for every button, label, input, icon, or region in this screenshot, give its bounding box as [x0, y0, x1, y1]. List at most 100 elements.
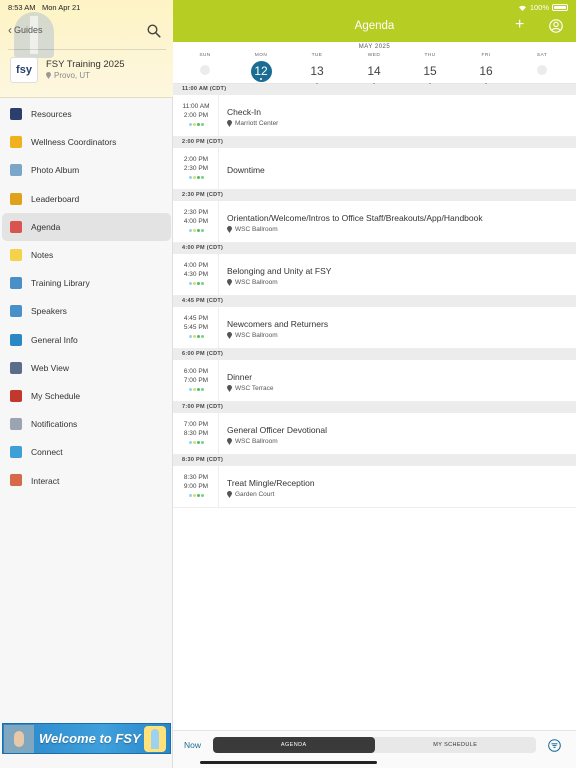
track-dot — [196, 388, 200, 391]
home-indicator — [200, 761, 377, 764]
sidebar-item-general-info[interactable]: General Info — [0, 326, 173, 354]
welcome-banner[interactable]: Welcome to FSY — [2, 723, 171, 754]
session-times: 4:45 PM 5:45 PM — [173, 314, 219, 332]
session-times: 7:00 PM 8:30 PM — [173, 420, 219, 438]
nav-bar: Agenda + — [173, 0, 576, 42]
sidebar-item-notifications[interactable]: Notifications — [0, 410, 173, 438]
speakers-icon — [10, 305, 22, 318]
track-dot — [200, 494, 204, 497]
session-divider — [218, 201, 219, 242]
session-title: Dinner — [227, 372, 253, 382]
session-divider — [218, 148, 219, 189]
tab-agenda[interactable]: AGENDA — [213, 737, 375, 753]
sidebar-item-photo-album[interactable]: Photo Album — [0, 156, 173, 184]
week-selector: MAY 2025 SUN MON 12 TUE 13 WED 14 THU 15 FRI 16 SAT — [173, 42, 576, 85]
tab-my-schedule[interactable]: MY SCHEDULE — [375, 737, 537, 753]
day-wed[interactable]: WED 14 — [354, 53, 394, 85]
day-mon[interactable]: MON 12 — [241, 53, 281, 82]
people-grid-icon — [10, 136, 22, 149]
session-location-label: WSC Ballroom — [235, 279, 278, 286]
session-location: Marriott Center — [227, 120, 278, 127]
session-divider — [218, 360, 219, 401]
location-pin-icon — [227, 332, 232, 339]
now-button[interactable]: Now — [184, 740, 201, 750]
session-times: 4:00 PM 4:30 PM — [173, 261, 219, 279]
session-start-time: 6:00 PM — [183, 368, 209, 375]
day-name: THU — [424, 53, 436, 58]
sidebar-item-label: Leaderboard — [31, 193, 80, 204]
sidebar-item-interact[interactable]: Interact — [0, 466, 173, 494]
event-location: Provo, UT — [46, 71, 90, 80]
track-dot — [188, 388, 192, 391]
session-title: Downtime — [227, 165, 265, 175]
session-row[interactable]: 7:00 PM 8:30 PM General Officer Devotional… — [173, 413, 576, 455]
day-sun[interactable]: SUN — [185, 53, 225, 75]
sidebar-item-agenda[interactable]: Agenda — [2, 212, 171, 241]
day-fri[interactable]: FRI 16 — [466, 53, 506, 85]
track-dot — [192, 176, 196, 179]
session-start-time: 7:00 PM — [183, 421, 209, 428]
track-dot — [192, 335, 196, 338]
temple-image — [14, 12, 54, 58]
track-dot — [200, 282, 204, 285]
session-row[interactable]: 4:00 PM 4:30 PM Belonging and Unity at FSY… — [173, 254, 576, 296]
session-times: 11:00 AM 2:00 PM — [173, 102, 219, 120]
day-event-dot — [260, 78, 262, 80]
sidebar-item-leaderboard[interactable]: Leaderboard — [0, 185, 173, 213]
fsy-logo-icon — [10, 108, 22, 120]
sidebar-item-wellness-coordinators[interactable]: Wellness Coordinators — [0, 128, 173, 156]
day-number: 15 — [423, 64, 437, 78]
session-row[interactable]: 6:00 PM 7:00 PM Dinner WSC Terrace — [173, 360, 576, 402]
day-tue[interactable]: TUE 13 — [297, 53, 337, 85]
filter-icon[interactable] — [548, 739, 561, 752]
location-pin-icon — [46, 72, 51, 79]
sidebar-item-notes[interactable]: Notes — [0, 241, 173, 269]
session-location-label: WSC Ballroom — [235, 226, 278, 233]
agenda-panel: Agenda + MAY 2025 SUN MON 12 TUE 13 WED 14 THU 1… — [173, 0, 576, 768]
schedule-segmented-control: AGENDA MY SCHEDULE — [213, 737, 536, 753]
sidebar-item-connect[interactable]: Connect — [0, 438, 173, 466]
search-icon[interactable] — [147, 24, 161, 38]
session-location: Garden Court — [227, 491, 274, 498]
track-dots — [173, 123, 219, 126]
session-divider — [218, 307, 219, 348]
sidebar-item-training-library[interactable]: Training Library — [0, 269, 173, 297]
time-group-header: 8:30 PM (CDT) — [173, 455, 576, 466]
session-row[interactable]: 4:45 PM 5:45 PM Newcomers and Returners WSC… — [173, 307, 576, 349]
track-dot — [188, 441, 192, 444]
sidebar-item-label: General Info — [31, 334, 78, 345]
sidebar-item-label: Photo Album — [31, 165, 80, 176]
track-dot — [188, 494, 192, 497]
session-row[interactable]: 8:30 PM 9:00 PM Treat Mingle/Reception Gard… — [173, 466, 576, 508]
time-group-header: 2:00 PM (CDT) — [173, 137, 576, 148]
location-pin-icon — [227, 226, 232, 233]
session-location: WSC Ballroom — [227, 226, 278, 233]
profile-icon[interactable] — [549, 19, 563, 33]
session-end-time: 4:30 PM — [183, 271, 209, 278]
day-thu[interactable]: THU 15 — [410, 53, 450, 85]
event-logo: fsy — [10, 57, 38, 83]
add-icon[interactable]: + — [515, 17, 524, 33]
sidebar-menu: Resources Wellness Coordinators Photo Albu… — [0, 100, 173, 495]
session-row[interactable]: 2:00 PM 2:30 PM Downtime — [173, 148, 576, 190]
sidebar-item-label: Interact — [31, 475, 60, 486]
sidebar-item-my-schedule[interactable]: My Schedule — [0, 382, 173, 410]
time-group-header: 7:00 PM (CDT) — [173, 402, 576, 413]
banner-temple-graphic — [144, 726, 166, 752]
day-number — [537, 65, 547, 75]
sidebar-item-speakers[interactable]: Speakers — [0, 297, 173, 325]
month-label: MAY 2025 — [358, 44, 391, 50]
sidebar-item-resources[interactable]: Resources — [0, 100, 173, 128]
day-sat[interactable]: SAT — [522, 53, 562, 75]
session-start-time: 2:30 PM — [183, 209, 209, 216]
location-pin-icon — [227, 491, 232, 498]
session-divider — [218, 413, 219, 454]
track-dot — [196, 176, 200, 179]
session-end-time: 7:00 PM — [183, 377, 209, 384]
track-dot — [192, 441, 196, 444]
sidebar-item-web-view[interactable]: Web View — [0, 354, 173, 382]
web-icon — [10, 361, 22, 374]
session-row[interactable]: 2:30 PM 4:00 PM Orientation/Welcome/Intros… — [173, 201, 576, 243]
back-button[interactable]: ‹ Guides — [8, 24, 43, 36]
session-row[interactable]: 11:00 AM 2:00 PM Check-In Marriott Center — [173, 95, 576, 137]
